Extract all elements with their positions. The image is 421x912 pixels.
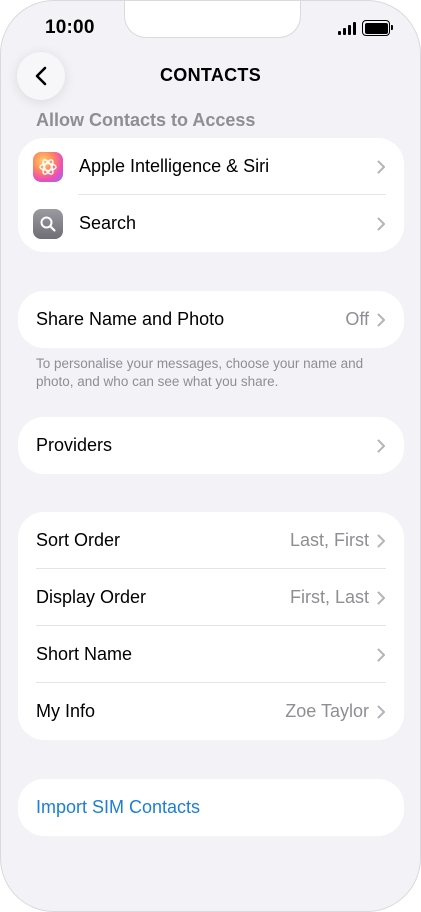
row-value: Last, First: [289, 530, 369, 550]
share-group: Share Name and Photo Off: [18, 291, 404, 348]
battery-icon: [362, 20, 393, 36]
display-group: Sort Order Last, First Display Order Fir…: [18, 512, 404, 740]
row-share-name-and-photo[interactable]: Share Name and Photo Off: [18, 291, 404, 348]
share-footer-note: To personalise your messages, choose you…: [36, 356, 364, 389]
import-group: Import SIM Contacts: [18, 779, 404, 836]
row-providers[interactable]: Providers: [18, 417, 404, 474]
dynamic-island: [124, 1, 301, 38]
row-label: Apple Intelligence & Siri: [79, 156, 270, 176]
section-header-allow-access: Allow Contacts to Access: [36, 110, 256, 130]
row-label: Display Order: [36, 587, 147, 607]
access-group: Apple Intelligence & Siri Search: [18, 138, 404, 252]
chevron-right-icon: [377, 534, 385, 547]
status-time: 10:00: [45, 17, 95, 38]
chevron-right-icon: [377, 217, 385, 230]
apple-intelligence-icon: [33, 151, 63, 182]
row-value: First, Last: [289, 587, 369, 607]
search-icon: [33, 208, 63, 239]
phone-screen: 10:00 CONTACTS Allow Contacts to Access: [0, 0, 421, 912]
page-title: CONTACTS: [159, 65, 262, 85]
row-label: Share Name and Photo: [36, 309, 225, 329]
row-label: Short Name: [36, 644, 133, 664]
status-icons: [338, 20, 393, 36]
row-sort-order[interactable]: Sort Order Last, First: [18, 512, 404, 569]
chevron-right-icon: [377, 648, 385, 661]
row-my-info[interactable]: My Info Zoe Taylor: [18, 683, 404, 740]
row-display-order[interactable]: Display Order First, Last: [18, 569, 404, 626]
row-label: Sort Order: [36, 530, 121, 550]
chevron-right-icon: [377, 313, 385, 326]
chevron-right-icon: [377, 705, 385, 718]
row-value: Off: [345, 309, 369, 329]
import-sim-contacts-button[interactable]: Import SIM Contacts: [18, 779, 404, 836]
chevron-right-icon: [377, 160, 385, 173]
row-label: My Info: [36, 701, 96, 721]
chevron-right-icon: [377, 439, 385, 452]
row-apple-intelligence-siri[interactable]: Apple Intelligence & Siri: [18, 138, 404, 195]
chevron-right-icon: [377, 591, 385, 604]
row-label: Providers: [36, 435, 113, 455]
row-label: Search: [79, 213, 137, 233]
row-label: Import SIM Contacts: [36, 797, 201, 817]
cellular-signal-icon: [338, 21, 356, 35]
row-short-name[interactable]: Short Name: [18, 626, 404, 683]
providers-group: Providers: [18, 417, 404, 474]
row-value: Zoe Taylor: [285, 701, 369, 721]
row-search[interactable]: Search: [18, 195, 404, 252]
